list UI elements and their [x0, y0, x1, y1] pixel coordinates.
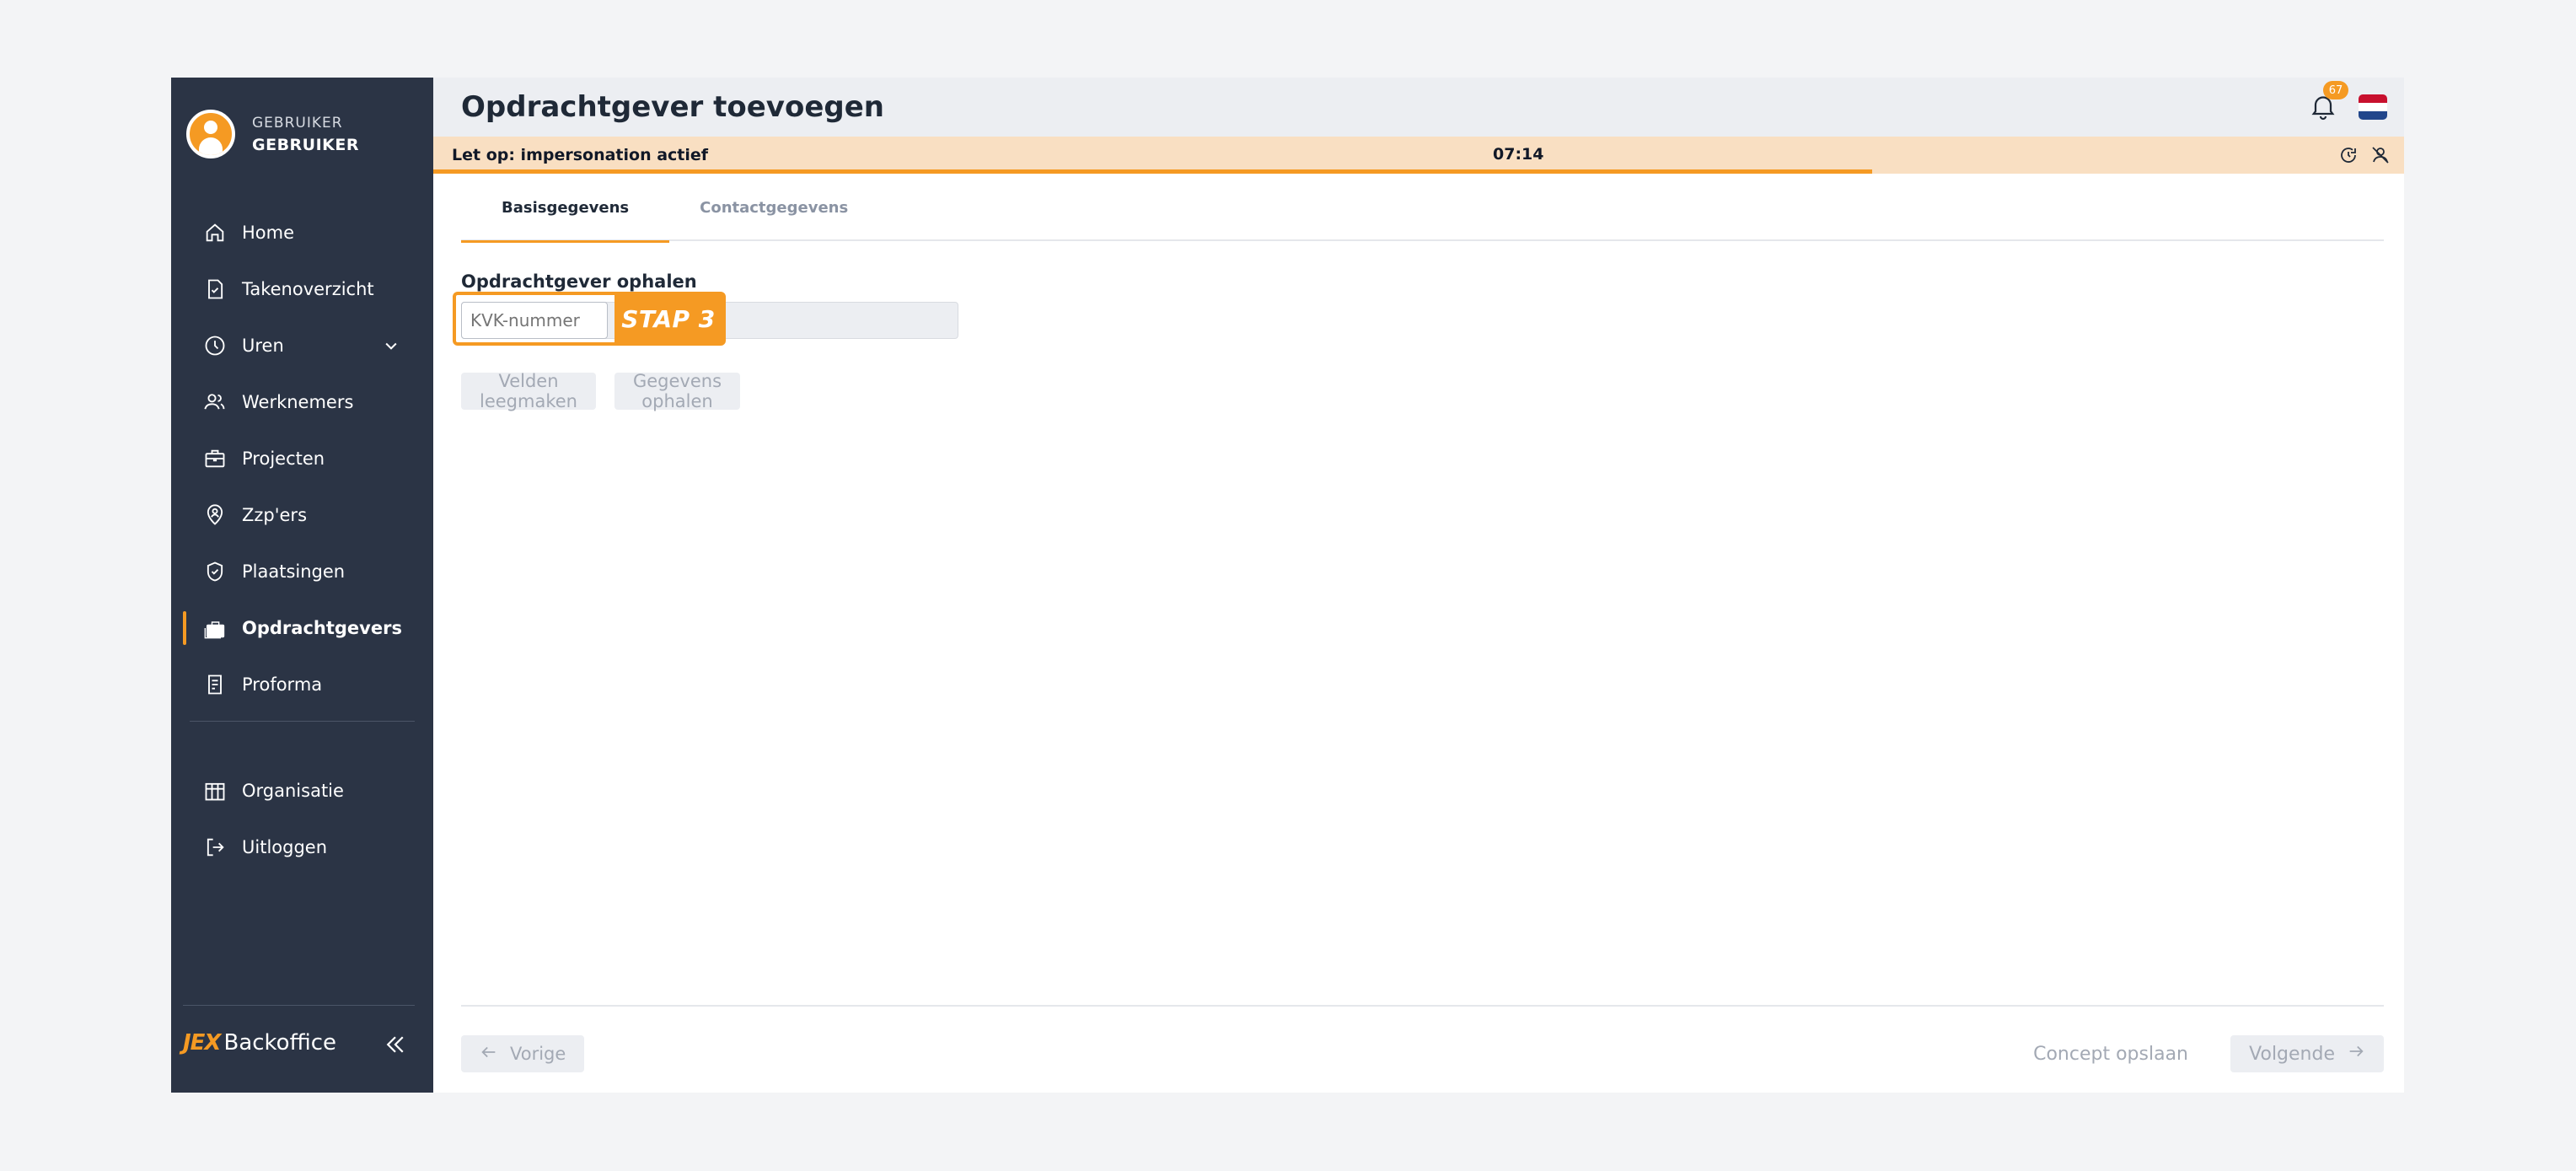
sidebar-item-label: Zzp'ers — [242, 504, 308, 525]
receipt-icon — [203, 673, 227, 696]
sidebar-item-proforma[interactable]: Proforma — [171, 656, 433, 712]
kvk-number-input[interactable] — [461, 302, 608, 339]
form-footer: Vorige Concept opslaan Volgende — [461, 1005, 2384, 1093]
notification-badge: 67 — [2323, 81, 2348, 99]
nav-divider — [190, 721, 415, 722]
sidebar-item-label: Proforma — [242, 674, 323, 695]
sidebar-item-label: Opdrachtgevers — [242, 617, 402, 638]
tab-contactgegevens[interactable]: Contactgegevens — [669, 174, 888, 241]
home-icon — [203, 221, 227, 244]
sidebar-item-projecten[interactable]: Projecten — [171, 430, 433, 486]
banner-text: Let op: impersonation actief — [452, 146, 709, 164]
brand-logo: JEX Backoffice — [183, 1030, 337, 1056]
main-content: Opdrachtgever toevoegen 67 Let op: imper… — [433, 78, 2404, 1093]
sidebar-item-label: Uitloggen — [242, 836, 328, 857]
tabs: Basisgegevens Contactgegevens — [461, 174, 2384, 243]
tab-basisgegevens[interactable]: Basisgegevens — [461, 174, 670, 243]
sidebar-item-opdrachtgevers[interactable]: Opdrachtgevers — [171, 599, 433, 656]
previous-label: Vorige — [510, 1044, 566, 1064]
sidebar-item-label: Home — [242, 222, 295, 243]
next-button[interactable]: Volgende — [2230, 1035, 2384, 1072]
fetch-client-section: Opdrachtgever ophalen STAP 3 Velden leeg… — [453, 271, 958, 411]
collapse-sidebar-icon[interactable] — [383, 1032, 408, 1057]
sidebar-item-zzpers[interactable]: Zzp'ers — [171, 486, 433, 543]
shield-check-icon — [203, 560, 227, 583]
section-title: Opdrachtgever ophalen — [461, 271, 697, 292]
users-icon — [203, 390, 227, 414]
impersonation-banner: Let op: impersonation actief 07:14 — [433, 137, 2404, 174]
fetch-data-button[interactable]: Gegevens ophalen — [614, 371, 741, 411]
sidebar-item-plaatsingen[interactable]: Plaatsingen — [171, 543, 433, 599]
arrow-left-icon — [480, 1043, 498, 1066]
sidebar-footer: JEX Backoffice — [171, 1005, 433, 1093]
app-window: GEBRUIKER GEBRUIKER Home Takenoverzicht — [171, 78, 2404, 1093]
user-name: GEBRUIKER — [252, 136, 360, 154]
task-icon — [203, 277, 227, 301]
user-profile[interactable]: GEBRUIKER GEBRUIKER — [186, 110, 359, 158]
sidebar-item-label: Werknemers — [242, 391, 354, 412]
client-briefcase-icon — [203, 616, 227, 640]
sidebar-item-takenoverzicht[interactable]: Takenoverzicht — [171, 261, 433, 317]
sidebar-item-label: Projecten — [242, 448, 325, 469]
sidebar-item-organisatie[interactable]: Organisatie — [171, 762, 433, 819]
briefcase-icon — [203, 447, 227, 470]
refresh-timer-icon[interactable] — [2338, 145, 2359, 169]
dutch-flag-icon[interactable] — [2359, 94, 2387, 120]
sidebar-item-label: Plaatsingen — [242, 561, 346, 582]
arrow-right-icon — [2347, 1042, 2365, 1066]
stop-impersonation-icon[interactable] — [2370, 145, 2391, 169]
sidebar-item-werknemers[interactable]: Werknemers — [171, 373, 433, 430]
main-nav: Home Takenoverzicht Uren Werknemers Proj… — [171, 204, 433, 875]
avatar — [186, 110, 235, 158]
sidebar: GEBRUIKER GEBRUIKER Home Takenoverzicht — [171, 78, 433, 1093]
clear-fields-button[interactable]: Velden leegmaken — [461, 371, 596, 411]
previous-button[interactable]: Vorige — [461, 1035, 585, 1072]
sidebar-item-label: Takenoverzicht — [242, 278, 374, 299]
sidebar-item-home[interactable]: Home — [171, 204, 433, 261]
topbar: Opdrachtgever toevoegen 67 — [433, 78, 2404, 137]
location-pin-icon — [203, 503, 227, 527]
sidebar-item-uitloggen[interactable]: Uitloggen — [171, 819, 433, 875]
step-label: STAP 3 — [614, 295, 722, 342]
logout-icon — [203, 835, 227, 859]
user-role: GEBRUIKER — [252, 115, 343, 132]
chevron-down-icon[interactable] — [383, 337, 400, 358]
sidebar-item-uren[interactable]: Uren — [171, 317, 433, 373]
sidebar-item-label: Uren — [242, 335, 284, 356]
banner-timer: 07:14 — [1493, 145, 1544, 164]
save-draft-button[interactable]: Concept opslaan — [2033, 1044, 2188, 1065]
sidebar-item-label: Organisatie — [242, 780, 344, 801]
page-title: Opdrachtgever toevoegen — [461, 90, 884, 124]
clock-icon — [203, 334, 227, 357]
building-icon — [203, 779, 227, 803]
fetch-actions: Velden leegmaken Gegevens ophalen — [461, 371, 741, 411]
next-label: Volgende — [2249, 1043, 2335, 1065]
